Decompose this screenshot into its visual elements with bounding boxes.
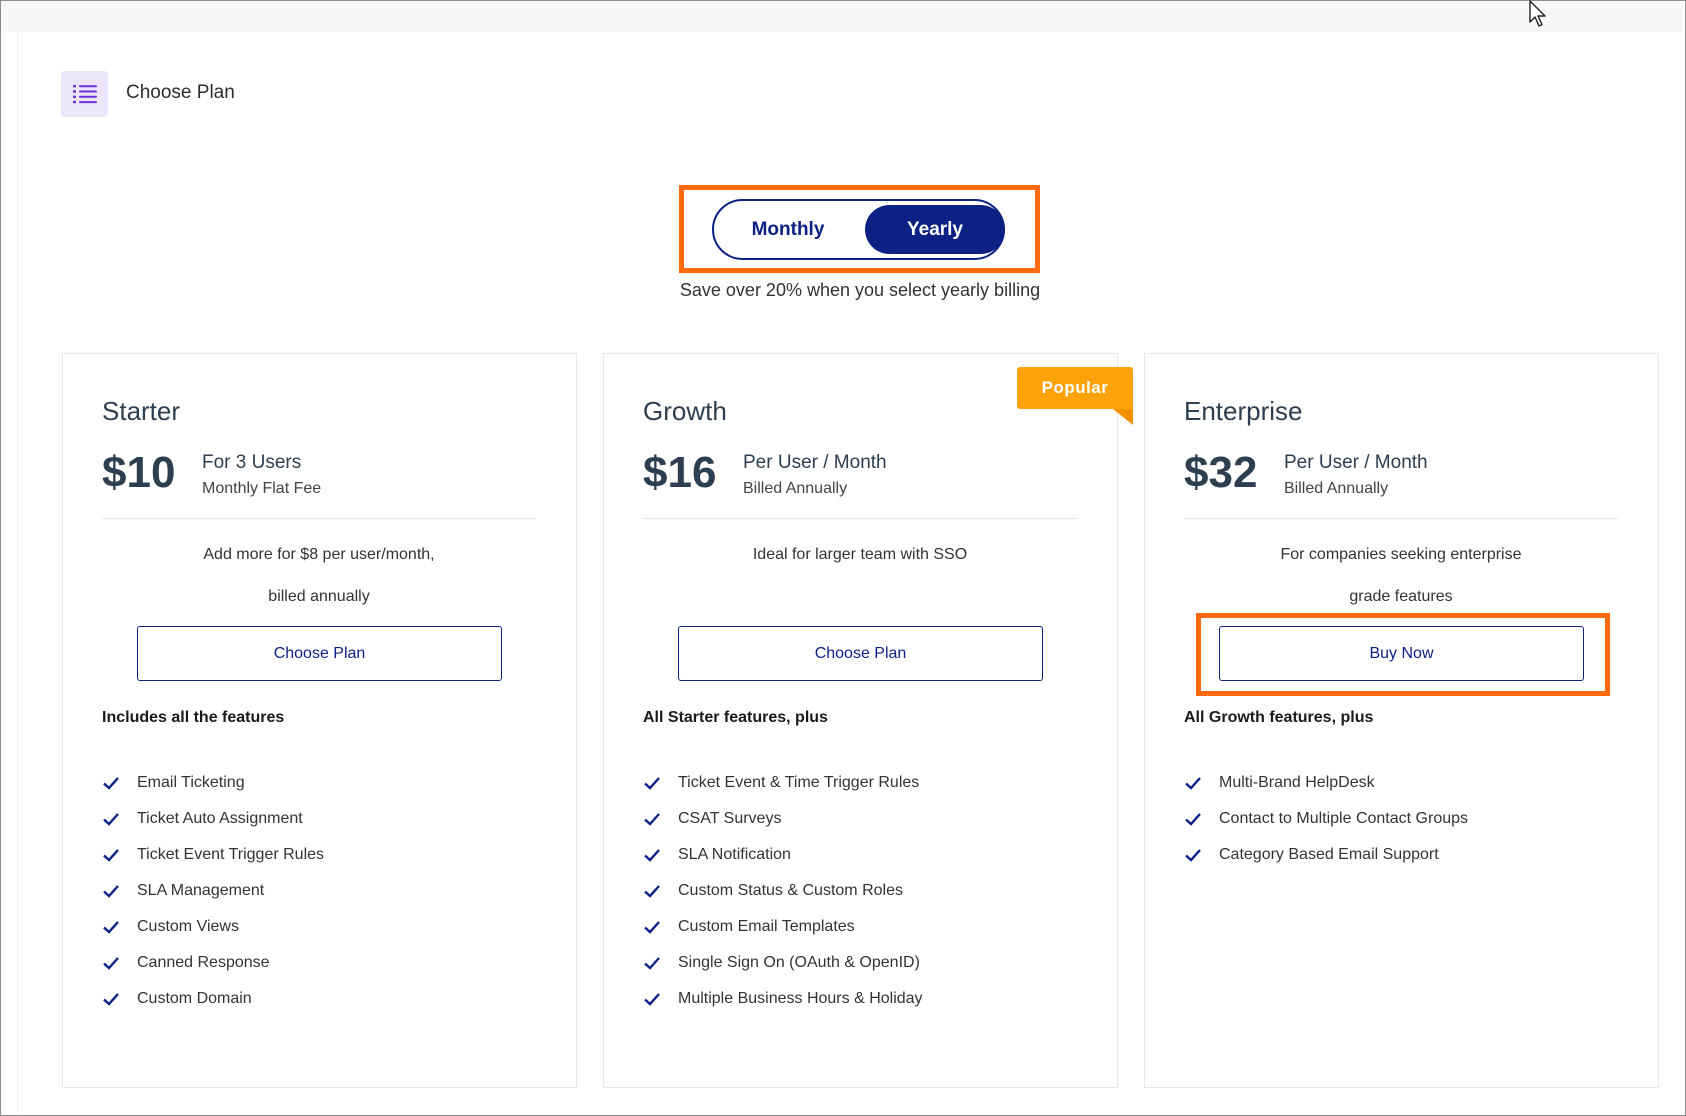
feature-list: Multi-Brand HelpDesk Contact to Multiple…: [1184, 765, 1468, 873]
feature-item: Custom Email Templates: [643, 909, 923, 945]
feature-list: Ticket Event & Time Trigger Rules CSAT S…: [643, 765, 923, 1017]
feature-item: Custom Status & Custom Roles: [643, 873, 923, 909]
plan-description-line: billed annually: [268, 588, 370, 605]
check-icon: [644, 885, 660, 898]
plan-description-line: grade features: [1349, 588, 1453, 605]
top-band: [1, 1, 1683, 32]
plan-description-line: Ideal for larger team with SSO: [752, 546, 968, 563]
feature-label: Email Ticketing: [137, 774, 245, 791]
features-heading: All Starter features, plus: [643, 709, 828, 726]
check-icon: [103, 957, 119, 970]
plan-description-line: Add more for $8 per user/month,: [203, 546, 435, 563]
list-icon: [72, 85, 97, 104]
check-icon: [103, 993, 119, 1006]
feature-item: Custom Views: [102, 909, 324, 945]
choose-plan-button[interactable]: Choose Plan: [678, 626, 1043, 681]
monthly-option[interactable]: Monthly: [718, 205, 858, 254]
feature-item: Multiple Business Hours & Holiday: [643, 981, 923, 1017]
feature-item: Contact to Multiple Contact Groups: [1184, 801, 1468, 837]
feature-item: Single Sign On (OAuth & OpenID): [643, 945, 923, 981]
divider: [643, 518, 1077, 519]
feature-item: Ticket Event & Time Trigger Rules: [643, 765, 923, 801]
check-icon: [103, 849, 119, 862]
feature-item: SLA Notification: [643, 837, 923, 873]
check-icon: [644, 849, 660, 862]
billing-toggle[interactable]: Monthly Yearly: [712, 199, 1005, 260]
price-billing: Billed Annually: [743, 480, 848, 497]
check-icon: [1185, 777, 1201, 790]
popular-badge: Popular: [1017, 367, 1133, 409]
plan-name: Growth: [643, 396, 727, 426]
plan-card-enterprise: Enterprise $32 Per User / Month Billed A…: [1144, 353, 1659, 1088]
check-icon: [103, 777, 119, 790]
feature-label: Contact to Multiple Contact Groups: [1219, 810, 1469, 827]
feature-item: SLA Management: [102, 873, 324, 909]
feature-label: Custom Status & Custom Roles: [678, 882, 903, 899]
feature-label: Category Based Email Support: [1219, 846, 1439, 863]
features-heading: Includes all the features: [102, 709, 285, 726]
price-basis: Per User / Month: [1284, 452, 1428, 473]
feature-item: Canned Response: [102, 945, 324, 981]
plan-price: $32: [1184, 448, 1258, 497]
mouse-cursor-icon: [1529, 0, 1546, 27]
divider: [102, 518, 536, 519]
check-icon: [644, 921, 660, 934]
feature-label: Canned Response: [137, 954, 270, 971]
divider: [1184, 518, 1618, 519]
plan-description-line: For companies seeking enterprise: [1280, 546, 1522, 563]
feature-label: Custom Views: [137, 918, 239, 935]
check-icon: [644, 993, 660, 1006]
popular-badge-tail: [1113, 409, 1133, 425]
check-icon: [644, 813, 660, 826]
price-basis: For 3 Users: [202, 452, 302, 473]
feature-item: CSAT Surveys: [643, 801, 923, 837]
check-icon: [1185, 813, 1201, 826]
feature-label: Custom Email Templates: [678, 918, 855, 935]
feature-label: Ticket Auto Assignment: [137, 810, 303, 827]
buy-now-highlight-box: [1196, 613, 1610, 696]
feature-item: Custom Domain: [102, 981, 324, 1017]
features-heading: All Growth features, plus: [1184, 709, 1374, 726]
check-icon: [1185, 849, 1201, 862]
feature-item: Ticket Event Trigger Rules: [102, 837, 324, 873]
feature-label: CSAT Surveys: [678, 810, 782, 827]
menu-button[interactable]: [61, 71, 108, 117]
feature-item: Email Ticketing: [102, 765, 324, 801]
plan-description: For companies seeking enterprise grade f…: [1184, 534, 1618, 618]
yearly-option[interactable]: Yearly: [865, 205, 1005, 254]
feature-list: Email Ticketing Ticket Auto Assignment T…: [102, 765, 324, 1017]
feature-item: Ticket Auto Assignment: [102, 801, 324, 837]
check-icon: [103, 813, 119, 826]
price-basis: Per User / Month: [743, 452, 887, 473]
choose-plan-button[interactable]: Choose Plan: [137, 626, 502, 681]
feature-item: Multi-Brand HelpDesk: [1184, 765, 1468, 801]
feature-item: Category Based Email Support: [1184, 837, 1468, 873]
page-title: Choose Plan: [126, 82, 235, 103]
feature-label: Ticket Event & Time Trigger Rules: [678, 774, 920, 791]
plan-card-growth: Growth $16 Per User / Month Billed Annua…: [603, 353, 1118, 1088]
feature-label: Ticket Event Trigger Rules: [137, 846, 325, 863]
check-icon: [103, 921, 119, 934]
check-icon: [644, 957, 660, 970]
plan-description: Add more for $8 per user/month, billed a…: [102, 534, 536, 618]
feature-label: SLA Management: [137, 882, 265, 899]
feature-label: Multiple Business Hours & Holiday: [678, 990, 923, 1007]
check-icon: [103, 885, 119, 898]
price-billing: Monthly Flat Fee: [202, 480, 322, 497]
plan-description: Ideal for larger team with SSO: [643, 534, 1077, 576]
feature-label: Single Sign On (OAuth & OpenID): [678, 954, 920, 971]
check-icon: [644, 777, 660, 790]
plan-price: $16: [643, 448, 717, 497]
plan-card-starter: Starter $10 For 3 Users Monthly Flat Fee…: [62, 353, 577, 1088]
plan-name: Enterprise: [1184, 396, 1303, 426]
price-billing: Billed Annually: [1284, 480, 1389, 497]
feature-label: Multi-Brand HelpDesk: [1219, 774, 1375, 791]
feature-label: SLA Notification: [678, 846, 791, 863]
yearly-savings-note: Save over 20% when you select yearly bil…: [679, 280, 1041, 300]
plan-name: Starter: [102, 396, 181, 426]
feature-label: Custom Domain: [137, 990, 252, 1007]
plan-price: $10: [102, 448, 176, 497]
